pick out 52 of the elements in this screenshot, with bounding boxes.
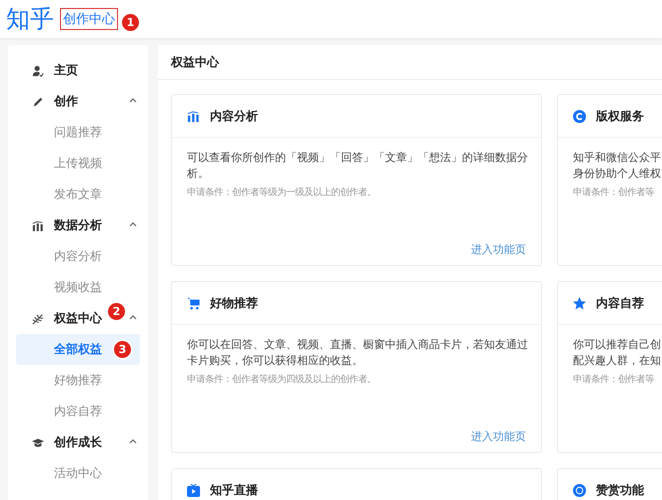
card-description: 知乎和微信公众平	[573, 150, 662, 166]
card-title: 好物推荐	[210, 294, 258, 312]
coin-icon	[573, 484, 586, 496]
sidebar-item[interactable]: 发布文章	[16, 179, 140, 210]
tv-icon	[187, 484, 200, 496]
cart-icon	[187, 296, 200, 310]
sidebar-item[interactable]: 活动中心	[16, 458, 140, 489]
enter-feature-link[interactable]: 进入功能页	[471, 242, 526, 257]
caret-icon	[128, 96, 138, 104]
sprout-icon	[32, 312, 44, 324]
card-description: 你可以推荐自己创	[573, 337, 662, 353]
sidebar-item[interactable]: 好物推荐	[16, 365, 140, 396]
person-icon	[32, 64, 44, 76]
card-title: 知乎直播	[210, 482, 258, 498]
card-title: 内容分析	[210, 108, 258, 124]
card-description: 可以查看你所创作的「视频」「回答」「文章」「想法」的详细数据分析。	[187, 150, 529, 182]
sidebar-group[interactable]: 创作	[16, 86, 140, 117]
card-title: 内容自荐	[596, 294, 644, 312]
sidebar-item[interactable]: 内容自荐	[16, 396, 140, 427]
caret-icon	[128, 437, 138, 445]
star-icon	[573, 296, 586, 310]
sidebar-group[interactable]: 主页	[16, 55, 140, 86]
sidebar-item[interactable]: 问题推荐	[16, 117, 140, 148]
sidebar-item[interactable]: 全部权益 3	[16, 334, 140, 365]
sidebar-item[interactable]: 上传视频	[16, 148, 140, 179]
sidebar-group[interactable]: 创作成长	[16, 427, 140, 458]
bar-chart-icon	[187, 110, 200, 122]
sidebar-item[interactable]: 内容分析	[16, 241, 140, 272]
number-badge: 3	[114, 341, 131, 358]
number-badge: 2	[108, 303, 125, 320]
number-badge: 1	[122, 14, 139, 31]
copyright-icon	[573, 110, 586, 122]
card-title: 版权服务	[596, 108, 644, 124]
condition-text: 申请条件：创作者等	[573, 373, 655, 386]
card-description: 你可以在回答、文章、视频、直播、橱窗中插入商品卡片，若知友通过卡片购买，你可以获得相应的收益。	[187, 337, 529, 369]
sidebar-group[interactable]: 数据分析	[16, 210, 140, 241]
caret-icon	[128, 313, 138, 321]
pencil-icon	[32, 96, 44, 108]
enter-feature-link[interactable]: 进入功能页	[471, 429, 526, 444]
condition-text: 申请条件：创作者等	[573, 186, 655, 199]
card-title: 赞赏功能	[596, 482, 644, 498]
sidebar-group[interactable]: 权益中心 2	[16, 303, 140, 334]
condition-text: 申请条件：创作者等级为四级及以上的创作者。	[187, 373, 377, 386]
bar-chart-icon	[32, 220, 44, 232]
caret-icon	[128, 220, 138, 228]
card-description: 配兴趣人群，在知	[573, 353, 662, 369]
panel-title: 权益中心	[171, 54, 219, 70]
sidebar-item[interactable]: 视频收益	[16, 272, 140, 303]
logo[interactable]: 知乎	[6, 3, 54, 35]
card-description: 身份协助个人维权	[573, 166, 662, 182]
graduation-cap-icon	[32, 436, 44, 448]
condition-text: 申请条件：创作者等级为一级及以上的创作者。	[187, 186, 377, 199]
